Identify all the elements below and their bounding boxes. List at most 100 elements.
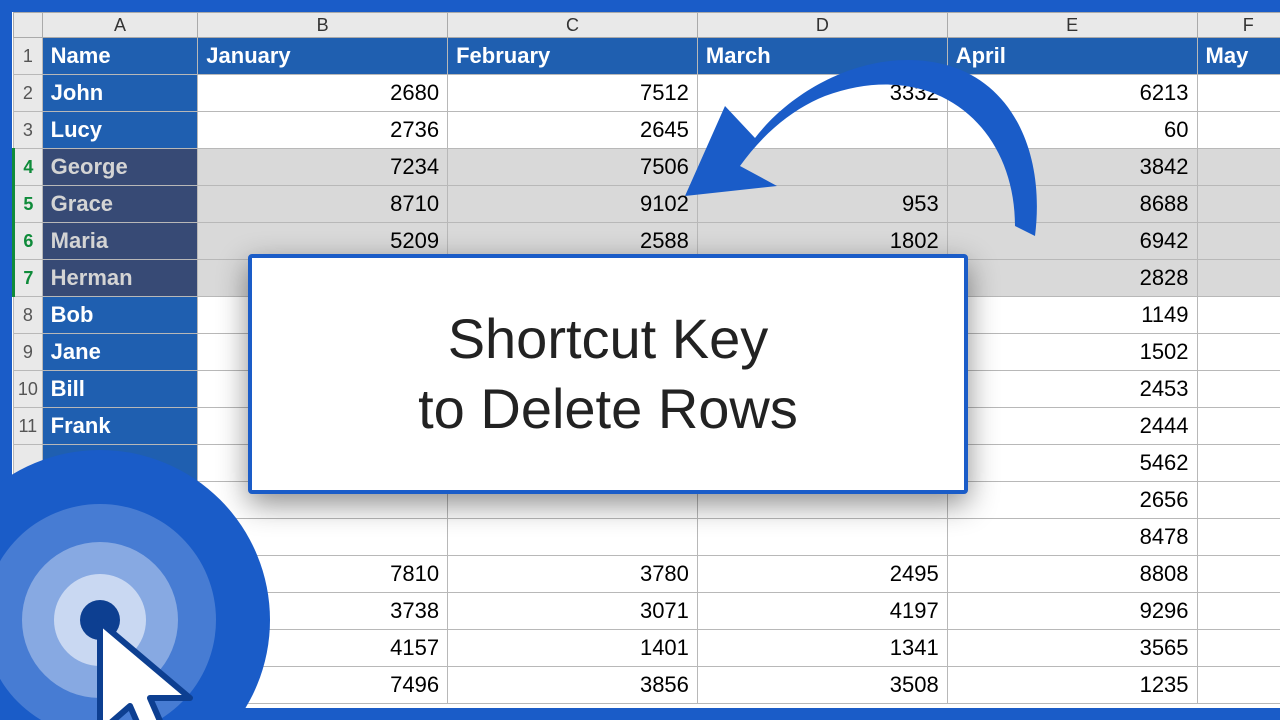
row-number[interactable]: 1 (14, 38, 43, 75)
table-row[interactable]: 5Grace871091029538688 (14, 186, 1280, 223)
name-cell[interactable]: Bill (42, 371, 198, 408)
header-cell[interactable]: February (448, 38, 698, 75)
data-cell[interactable]: 2680 (198, 75, 448, 112)
data-cell[interactable] (1197, 149, 1280, 186)
data-cell[interactable]: 2645 (448, 112, 698, 149)
data-cell[interactable]: 6213 (947, 75, 1197, 112)
data-cell[interactable]: 2656 (947, 482, 1197, 519)
data-cell[interactable]: 3565 (947, 630, 1197, 667)
data-cell[interactable] (1197, 630, 1280, 667)
column-header[interactable]: C (448, 13, 698, 38)
row-number[interactable]: 9 (14, 334, 43, 371)
data-cell[interactable]: 3856 (448, 667, 698, 704)
table-row[interactable]: 3Lucy27362645 60 (14, 112, 1280, 149)
callout-line1: Shortcut Key (448, 307, 769, 370)
data-cell[interactable] (1197, 408, 1280, 445)
column-header[interactable]: B (198, 13, 448, 38)
data-cell[interactable]: 4197 (697, 593, 947, 630)
name-cell[interactable]: Jane (42, 334, 198, 371)
data-cell[interactable]: 953 (697, 186, 947, 223)
data-cell[interactable]: 2453 (947, 371, 1197, 408)
name-cell[interactable]: Herman (42, 260, 198, 297)
data-cell[interactable] (448, 519, 698, 556)
data-cell[interactable]: 8710 (198, 186, 448, 223)
data-cell[interactable]: 3842 (947, 149, 1197, 186)
name-cell[interactable]: John (42, 75, 198, 112)
header-cell[interactable]: Name (42, 38, 198, 75)
name-cell[interactable]: Grace (42, 186, 198, 223)
data-cell[interactable]: 7234 (198, 149, 448, 186)
data-cell[interactable]: 9296 (947, 593, 1197, 630)
select-all-corner[interactable] (14, 13, 43, 38)
header-cell[interactable]: January (198, 38, 448, 75)
row-number[interactable]: 8 (14, 297, 43, 334)
header-cell[interactable]: May (1197, 38, 1280, 75)
data-cell[interactable] (1197, 667, 1280, 704)
data-cell[interactable] (697, 112, 947, 149)
row-number[interactable]: 3 (14, 112, 43, 149)
data-cell[interactable]: 8808 (947, 556, 1197, 593)
data-cell[interactable]: 5462 (947, 445, 1197, 482)
row-number[interactable]: 5 (14, 186, 43, 223)
callout-line2: to Delete Rows (418, 377, 798, 440)
data-cell[interactable] (1197, 75, 1280, 112)
cursor-icon (90, 612, 210, 720)
data-cell[interactable] (1197, 297, 1280, 334)
row-number[interactable]: 6 (14, 223, 43, 260)
table-row[interactable]: 4George72347506 3842 (14, 149, 1280, 186)
column-header[interactable]: E (947, 13, 1197, 38)
row-number[interactable]: 11 (14, 408, 43, 445)
data-cell[interactable] (1197, 556, 1280, 593)
data-cell[interactable]: 1502 (947, 334, 1197, 371)
data-cell[interactable] (1197, 519, 1280, 556)
name-cell[interactable]: Lucy (42, 112, 198, 149)
data-cell[interactable]: 1149 (947, 297, 1197, 334)
name-cell[interactable]: Bob (42, 297, 198, 334)
name-cell[interactable]: Maria (42, 223, 198, 260)
data-cell[interactable]: 2495 (697, 556, 947, 593)
data-cell[interactable]: 2736 (198, 112, 448, 149)
data-cell[interactable] (1197, 593, 1280, 630)
row-number[interactable]: 2 (14, 75, 43, 112)
header-cell[interactable]: April (947, 38, 1197, 75)
data-cell[interactable] (1197, 223, 1280, 260)
table-row[interactable]: 2John2680751233326213 (14, 75, 1280, 112)
data-cell[interactable]: 1401 (448, 630, 698, 667)
column-header[interactable]: D (697, 13, 947, 38)
data-cell[interactable]: 1235 (947, 667, 1197, 704)
data-cell[interactable]: 2444 (947, 408, 1197, 445)
data-cell[interactable]: 7506 (448, 149, 698, 186)
column-header[interactable]: A (42, 13, 198, 38)
data-cell[interactable]: 6942 (947, 223, 1197, 260)
data-cell[interactable]: 8478 (947, 519, 1197, 556)
column-header[interactable]: F (1197, 13, 1280, 38)
data-cell[interactable]: 60 (947, 112, 1197, 149)
column-header-row[interactable]: ABCDEF (14, 13, 1280, 38)
data-cell[interactable]: 9102 (448, 186, 698, 223)
data-cell[interactable]: 3780 (448, 556, 698, 593)
data-cell[interactable] (1197, 112, 1280, 149)
data-cell[interactable]: 3332 (697, 75, 947, 112)
data-cell[interactable] (1197, 260, 1280, 297)
data-cell[interactable]: 8688 (947, 186, 1197, 223)
table-header-row[interactable]: 1NameJanuaryFebruaryMarchAprilMay (14, 38, 1280, 75)
data-cell[interactable]: 7512 (448, 75, 698, 112)
title-callout: Shortcut Key to Delete Rows (248, 254, 968, 494)
data-cell[interactable]: 3508 (697, 667, 947, 704)
name-cell[interactable]: Frank (42, 408, 198, 445)
row-number[interactable]: 4 (14, 149, 43, 186)
data-cell[interactable] (697, 519, 947, 556)
data-cell[interactable]: 3071 (448, 593, 698, 630)
data-cell[interactable] (1197, 334, 1280, 371)
row-number[interactable]: 7 (14, 260, 43, 297)
data-cell[interactable] (1197, 186, 1280, 223)
name-cell[interactable]: George (42, 149, 198, 186)
row-number[interactable]: 10 (14, 371, 43, 408)
data-cell[interactable] (1197, 445, 1280, 482)
data-cell[interactable] (1197, 482, 1280, 519)
data-cell[interactable] (1197, 371, 1280, 408)
data-cell[interactable] (697, 149, 947, 186)
data-cell[interactable]: 1341 (697, 630, 947, 667)
header-cell[interactable]: March (697, 38, 947, 75)
data-cell[interactable]: 2828 (947, 260, 1197, 297)
